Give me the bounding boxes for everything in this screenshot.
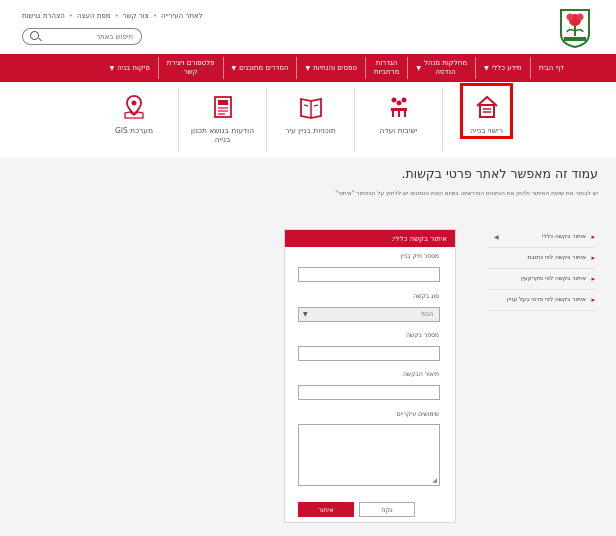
caret-down-icon: ▼ bbox=[109, 64, 115, 72]
bullet-icon: ▸ bbox=[591, 233, 595, 241]
nav-item-home[interactable]: דף הבית bbox=[529, 57, 572, 79]
main-content: עמוד זה מאפשר לאתר פרטי בקשות. יש לבחור … bbox=[0, 158, 616, 536]
nav-item-spatial-definitions[interactable]: הגדרות מרחביות bbox=[364, 57, 407, 79]
quick-links-row: רישוי בנייה ישיבות ועדה תוכניות בניין עי… bbox=[0, 88, 616, 154]
caret-down-icon: ▼ bbox=[231, 64, 237, 72]
quick-link-city-plans[interactable]: תוכניות בניין עיר bbox=[266, 88, 354, 152]
municipality-logo[interactable] bbox=[558, 6, 592, 48]
nav-label: טפסים והנחיות bbox=[313, 63, 357, 72]
top-link-sitemap[interactable]: מפת העצה bbox=[77, 12, 111, 20]
side-menu-label: איתור בקשה לפי כתובת bbox=[527, 255, 586, 261]
nav-label: הסדרים מתוכנים bbox=[239, 63, 289, 72]
form-header: איתור בקשה כללי: bbox=[285, 230, 455, 247]
site-search[interactable] bbox=[22, 28, 142, 45]
caret-down-icon: ▼ bbox=[484, 64, 489, 72]
quick-link-gis[interactable]: מערכת GIS bbox=[90, 88, 178, 152]
resize-grip-icon[interactable]: ◢ bbox=[432, 477, 437, 484]
nav-label: פלטפורם ויצירת קשר bbox=[166, 59, 215, 76]
top-header: לאתר העירייה • צור קשר • מפת העצה • הצהר… bbox=[0, 0, 616, 52]
quick-link-label: ישיבות ועדה bbox=[379, 126, 418, 135]
top-links: לאתר העירייה • צור קשר • מפת העצה • הצהר… bbox=[22, 12, 222, 20]
main-uses-label: שימושים עיקריים bbox=[396, 411, 439, 418]
side-menu-label: איתור בקשה לפי מקרקעין bbox=[521, 276, 586, 282]
nav-item-contact[interactable]: פלטפורם ויצירת קשר bbox=[157, 57, 223, 79]
side-menu-item-address[interactable]: ▸ איתור בקשה לפי כתובת bbox=[488, 248, 596, 269]
file-number-label: מספר תיק בניין bbox=[400, 253, 439, 260]
request-description-label: תיאור הבקשה bbox=[402, 371, 439, 378]
chevron-down-icon: ▼ bbox=[303, 311, 308, 318]
committee-people-icon bbox=[390, 97, 407, 117]
bullet-icon: ▸ bbox=[591, 254, 595, 262]
nav-label: מידע כללי bbox=[491, 63, 522, 72]
quick-link-planning-notices[interactable]: הודעות בנושא תכנון בנייה bbox=[178, 88, 266, 152]
request-type-select[interactable]: הכול ▼ bbox=[298, 307, 440, 322]
bullet-icon: ▸ bbox=[591, 275, 595, 283]
request-type-label: סוג בקשה bbox=[413, 293, 439, 300]
separator: • bbox=[68, 12, 73, 20]
quick-link-label: תוכניות בניין עיר bbox=[285, 126, 336, 135]
file-number-input[interactable] bbox=[298, 267, 440, 282]
search-input[interactable] bbox=[43, 31, 133, 42]
bullet-icon: ▸ bbox=[591, 296, 595, 304]
side-menu-item-land[interactable]: ▸ איתור בקשה לפי מקרקעין bbox=[488, 269, 596, 290]
side-menu: ▸ איתור בקשה כללי ◀ ▸ איתור בקשה לפי כתו… bbox=[488, 227, 596, 311]
side-menu-item-general[interactable]: ▸ איתור בקשה כללי ◀ bbox=[488, 227, 596, 248]
nav-item-forms-guidelines[interactable]: טפסים והנחיות ▼ bbox=[296, 57, 364, 79]
page-description: יש לבחור את שיטת האיתור ולהזין את הנתוני… bbox=[335, 191, 598, 197]
quick-link-committee-meetings[interactable]: ישיבות ועדה bbox=[354, 88, 442, 152]
caret-down-icon: ▼ bbox=[305, 64, 311, 72]
nav-label: פיקוח בניה bbox=[117, 63, 150, 72]
nav-item-arrangements[interactable]: הסדרים מתוכנים ▼ bbox=[222, 57, 297, 79]
separator: • bbox=[152, 12, 157, 20]
top-link-accessibility[interactable]: הצהרת נגישות bbox=[22, 12, 65, 20]
top-link-municipality[interactable]: לאתר העירייה bbox=[161, 12, 203, 20]
map-pin-icon bbox=[124, 95, 144, 119]
nav-item-building-inspection[interactable]: פיקוח בניה ▼ bbox=[102, 57, 158, 79]
request-number-label: מספר בקשה bbox=[406, 332, 439, 339]
request-number-input[interactable] bbox=[298, 346, 440, 361]
newspaper-icon bbox=[213, 96, 232, 118]
top-link-contact[interactable]: צור קשר bbox=[123, 12, 149, 20]
main-uses-textarea[interactable]: ◢ bbox=[298, 424, 440, 486]
nav-label: דף הבית bbox=[538, 63, 564, 72]
map-book-icon bbox=[299, 97, 322, 119]
search-form: איתור בקשה כללי: מספר תיק בניין סוג בקשה… bbox=[284, 229, 456, 523]
request-type-value: הכול bbox=[420, 311, 433, 318]
search-icon[interactable] bbox=[30, 31, 39, 40]
quick-link-label: הודעות בנושא תכנון בנייה bbox=[190, 126, 255, 144]
arrow-left-icon: ◀ bbox=[494, 233, 499, 241]
separator: • bbox=[114, 12, 119, 20]
highlight-annotation bbox=[460, 83, 513, 139]
side-menu-label: איתור בקשה כללי bbox=[542, 234, 586, 240]
nav-item-engineering-departments[interactable]: מחלקות מנהל הנדסה ▼ bbox=[407, 57, 475, 79]
page-title: עמוד זה מאפשר לאתר פרטי בקשות. bbox=[401, 166, 598, 181]
nav-item-general-info[interactable]: מידע כללי ▼ bbox=[475, 57, 530, 79]
nav-label: מחלקות מנהל הנדסה bbox=[423, 59, 468, 76]
search-button[interactable]: איתור bbox=[298, 502, 354, 517]
nav-label: הגדרות מרחביות bbox=[373, 59, 400, 76]
quick-link-label: מערכת GIS bbox=[114, 126, 154, 135]
main-nav: דף הבית מידע כללי ▼ מחלקות מנהל הנדסה ▼ הג… bbox=[0, 54, 616, 82]
side-menu-item-stakeholder[interactable]: ▸ איתור בקשה לפי פרטי בעל עניין bbox=[488, 290, 596, 311]
clear-button[interactable]: נקה bbox=[359, 502, 415, 517]
request-description-input[interactable] bbox=[298, 385, 440, 400]
caret-down-icon: ▼ bbox=[416, 64, 421, 72]
side-menu-label: איתור בקשה לפי פרטי בעל עניין bbox=[507, 297, 586, 303]
